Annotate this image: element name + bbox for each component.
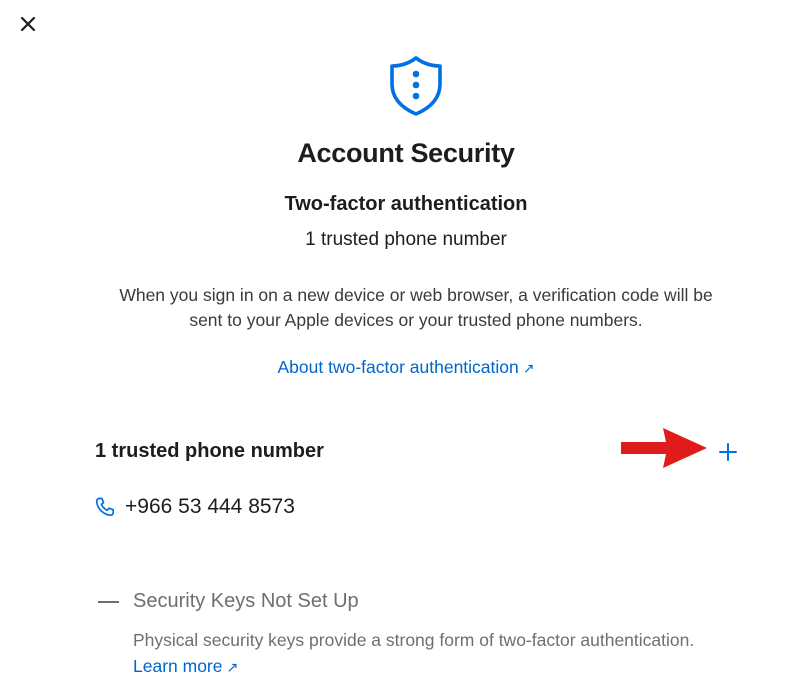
plus-icon xyxy=(719,443,737,461)
security-keys-title: Security Keys Not Set Up xyxy=(133,590,359,612)
learn-more-link[interactable]: Learn more ↗ xyxy=(133,656,238,677)
account-security-page: Account Security Two-factor authenticati… xyxy=(0,0,812,687)
trusted-phone-row[interactable]: +966 53 444 8573 xyxy=(93,495,295,519)
security-keys-row: Security Keys Not Set Up xyxy=(98,590,359,613)
external-arrow-icon: ↗ xyxy=(522,360,535,376)
page-title: Account Security xyxy=(297,138,515,168)
two-factor-description: When you sign in on a new device or web … xyxy=(119,285,713,330)
close-icon xyxy=(20,16,36,32)
phone-icon xyxy=(95,497,115,517)
close-button[interactable] xyxy=(16,12,40,36)
about-two-factor-link-label: About two-factor authentication xyxy=(277,357,519,377)
shield-icon xyxy=(389,55,443,117)
dash-icon xyxy=(98,600,119,603)
learn-more-label: Learn more xyxy=(133,656,223,676)
two-factor-subtitle: Two-factor authentication xyxy=(284,193,528,215)
trusted-phones-heading: 1 trusted phone number xyxy=(95,440,324,462)
about-two-factor-link[interactable]: About two-factor authentication ↗ xyxy=(0,357,812,378)
red-arrow-annotation xyxy=(621,428,707,468)
security-keys-description: Physical security keys provide a strong … xyxy=(133,630,695,650)
add-phone-button[interactable] xyxy=(716,440,740,464)
phone-number: +966 53 444 8573 xyxy=(125,495,295,518)
trusted-phone-count: 1 trusted phone number xyxy=(305,229,507,250)
external-arrow-icon: ↗ xyxy=(226,659,239,675)
